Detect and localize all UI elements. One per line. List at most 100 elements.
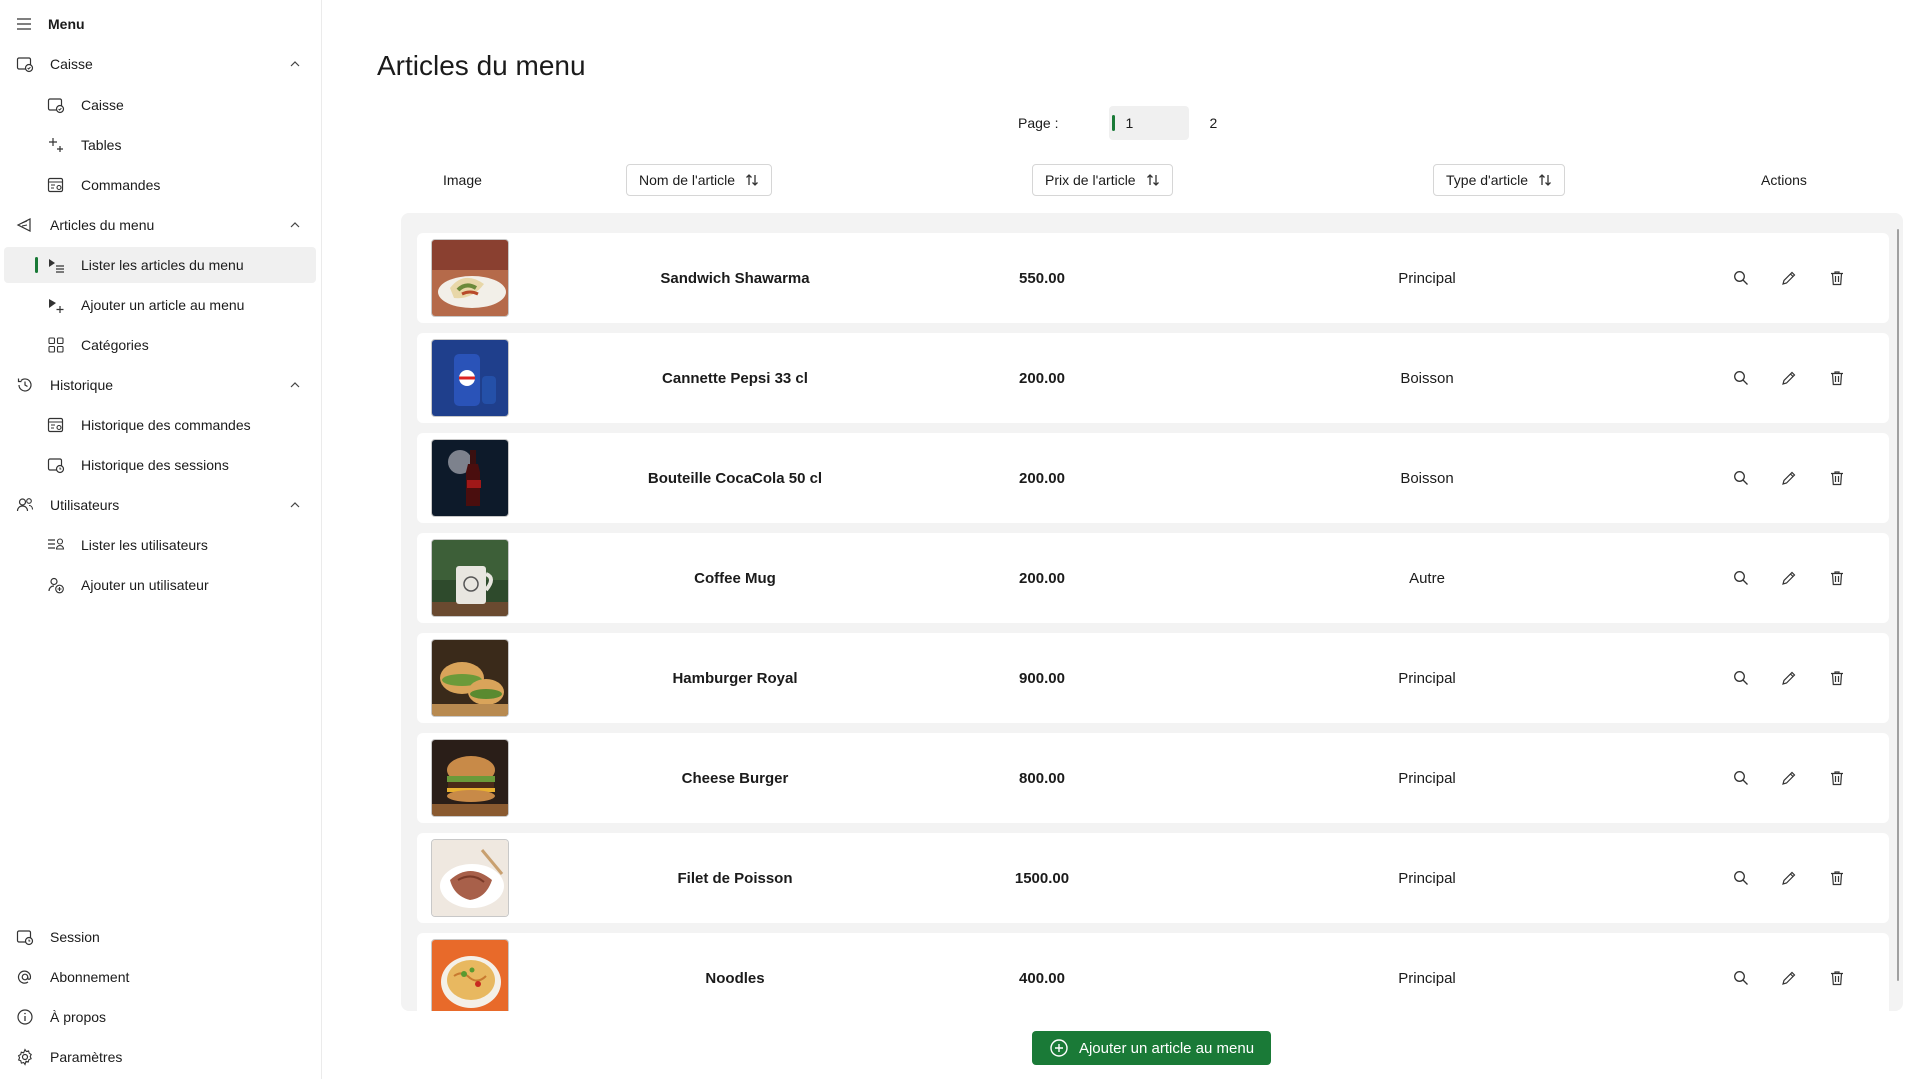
menu-toggle[interactable]: Menu — [0, 0, 322, 48]
item-price: 550.00 — [1019, 269, 1065, 287]
sort-by-price-button[interactable]: Prix de l'article — [1032, 164, 1173, 196]
edit-button[interactable] — [1779, 368, 1799, 388]
item-price: 1500.00 — [1014, 869, 1070, 887]
nav-label: Historique — [50, 377, 114, 393]
users-icon — [16, 496, 34, 514]
nav-label: Catégories — [81, 337, 149, 353]
item-type: Principal — [1398, 669, 1456, 687]
nav-item-historique-sessions[interactable]: Historique des sessions — [4, 447, 316, 483]
nav-item-lister-utilisateurs[interactable]: Lister les utilisateurs — [4, 527, 316, 563]
add-menu-item-button[interactable]: Ajouter un article au menu — [1032, 1031, 1271, 1065]
nav-group-historique[interactable]: Historique — [4, 367, 316, 403]
delete-button[interactable] — [1827, 268, 1847, 288]
add-item-icon — [47, 296, 65, 314]
nav-label: Caisse — [50, 56, 93, 72]
nav-group-utilisateurs[interactable]: Utilisateurs — [4, 487, 316, 523]
edit-button[interactable] — [1779, 568, 1799, 588]
chevron-up-icon — [290, 382, 300, 388]
session-history-icon — [47, 456, 65, 474]
nav-item-session[interactable]: Session — [4, 919, 316, 955]
pencil-icon — [1782, 971, 1796, 985]
nav-item-apropos[interactable]: À propos — [4, 999, 316, 1035]
nav-item-tables[interactable]: Tables — [4, 127, 316, 163]
column-header-type: Type d'article — [1433, 164, 1566, 196]
pencil-icon — [1782, 571, 1796, 585]
item-name: Cheese Burger — [681, 769, 789, 787]
items-list: Sandwich Shawarma 550.00 Principal Canne… — [401, 213, 1903, 1011]
sort-by-type-button[interactable]: Type d'article — [1433, 164, 1566, 196]
edit-button[interactable] — [1779, 968, 1799, 988]
delete-button[interactable] — [1827, 468, 1847, 488]
trash-icon — [1831, 771, 1843, 786]
delete-button[interactable] — [1827, 868, 1847, 888]
page-label: Page : — [1018, 115, 1059, 131]
nav-group-articles[interactable]: Articles du menu — [4, 207, 316, 243]
nav-group-caisse[interactable]: Caisse — [4, 46, 316, 82]
nav-item-commandes[interactable]: Commandes — [4, 167, 316, 203]
page-number: 1 — [1125, 115, 1134, 131]
page-2-button[interactable]: 2 — [1209, 115, 1217, 131]
info-icon — [16, 1008, 34, 1026]
item-image — [431, 939, 509, 1011]
nav-item-parametres[interactable]: Paramètres — [4, 1039, 316, 1075]
grid-icon — [47, 336, 65, 354]
item-type: Principal — [1398, 969, 1456, 987]
page-1-button[interactable]: 1 — [1109, 106, 1190, 140]
table-row: Bouteille CocaCola 50 cl 200.00 Boisson — [417, 433, 1889, 523]
delete-button[interactable] — [1827, 968, 1847, 988]
nav-item-categories[interactable]: Catégories — [4, 327, 316, 363]
edit-button[interactable] — [1779, 268, 1799, 288]
item-type: Boisson — [1400, 369, 1454, 387]
edit-button[interactable] — [1779, 468, 1799, 488]
view-button[interactable] — [1731, 568, 1751, 588]
view-button[interactable] — [1731, 868, 1751, 888]
hamburger-icon — [17, 18, 31, 30]
nav-item-abonnement[interactable]: Abonnement — [4, 959, 316, 995]
search-icon — [1734, 371, 1748, 385]
view-button[interactable] — [1731, 368, 1751, 388]
nav-label: Session — [50, 929, 100, 945]
edit-button[interactable] — [1779, 868, 1799, 888]
nav-item-lister-articles[interactable]: Lister les articles du menu — [4, 247, 316, 283]
table-row: Sandwich Shawarma 550.00 Principal — [417, 233, 1889, 323]
table-row: Noodles 400.00 Principal — [417, 933, 1889, 1011]
sort-label: Type d'article — [1446, 172, 1529, 188]
pencil-icon — [1782, 771, 1796, 785]
nav-item-ajouter-article[interactable]: Ajouter un article au menu — [4, 287, 316, 323]
orders-icon — [47, 416, 65, 434]
nav-item-historique-commandes[interactable]: Historique des commandes — [4, 407, 316, 443]
delete-button[interactable] — [1827, 668, 1847, 688]
edit-button[interactable] — [1779, 768, 1799, 788]
view-button[interactable] — [1731, 468, 1751, 488]
delete-button[interactable] — [1827, 768, 1847, 788]
table-row: Coffee Mug 200.00 Autre — [417, 533, 1889, 623]
item-name: Cannette Pepsi 33 cl — [662, 369, 808, 387]
scrollbar[interactable] — [1897, 229, 1899, 981]
pencil-icon — [1782, 271, 1796, 285]
view-button[interactable] — [1731, 968, 1751, 988]
item-name: Hamburger Royal — [672, 669, 798, 687]
view-button[interactable] — [1731, 668, 1751, 688]
item-type: Principal — [1398, 769, 1456, 787]
table-row: Hamburger Royal 900.00 Principal — [417, 633, 1889, 723]
sort-by-name-button[interactable]: Nom de l'article — [626, 164, 773, 196]
register-icon — [47, 96, 65, 114]
nav-item-ajouter-utilisateur[interactable]: Ajouter un utilisateur — [4, 567, 316, 603]
column-header-image: Image — [443, 172, 482, 188]
search-icon — [1734, 771, 1748, 785]
item-price: 900.00 — [1019, 669, 1065, 687]
item-image — [431, 239, 509, 317]
nav-item-caisse[interactable]: Caisse — [4, 87, 316, 123]
item-name: Coffee Mug — [694, 569, 776, 587]
nav-label: Paramètres — [50, 1049, 123, 1065]
nav-label: Lister les articles du menu — [81, 257, 244, 273]
edit-button[interactable] — [1779, 668, 1799, 688]
view-button[interactable] — [1731, 768, 1751, 788]
nav-label: Lister les utilisateurs — [81, 537, 208, 553]
view-button[interactable] — [1731, 268, 1751, 288]
register-icon — [16, 55, 34, 73]
delete-button[interactable] — [1827, 368, 1847, 388]
item-name: Bouteille CocaCola 50 cl — [647, 469, 823, 487]
table-row: Filet de Poisson 1500.00 Principal — [417, 833, 1889, 923]
delete-button[interactable] — [1827, 568, 1847, 588]
